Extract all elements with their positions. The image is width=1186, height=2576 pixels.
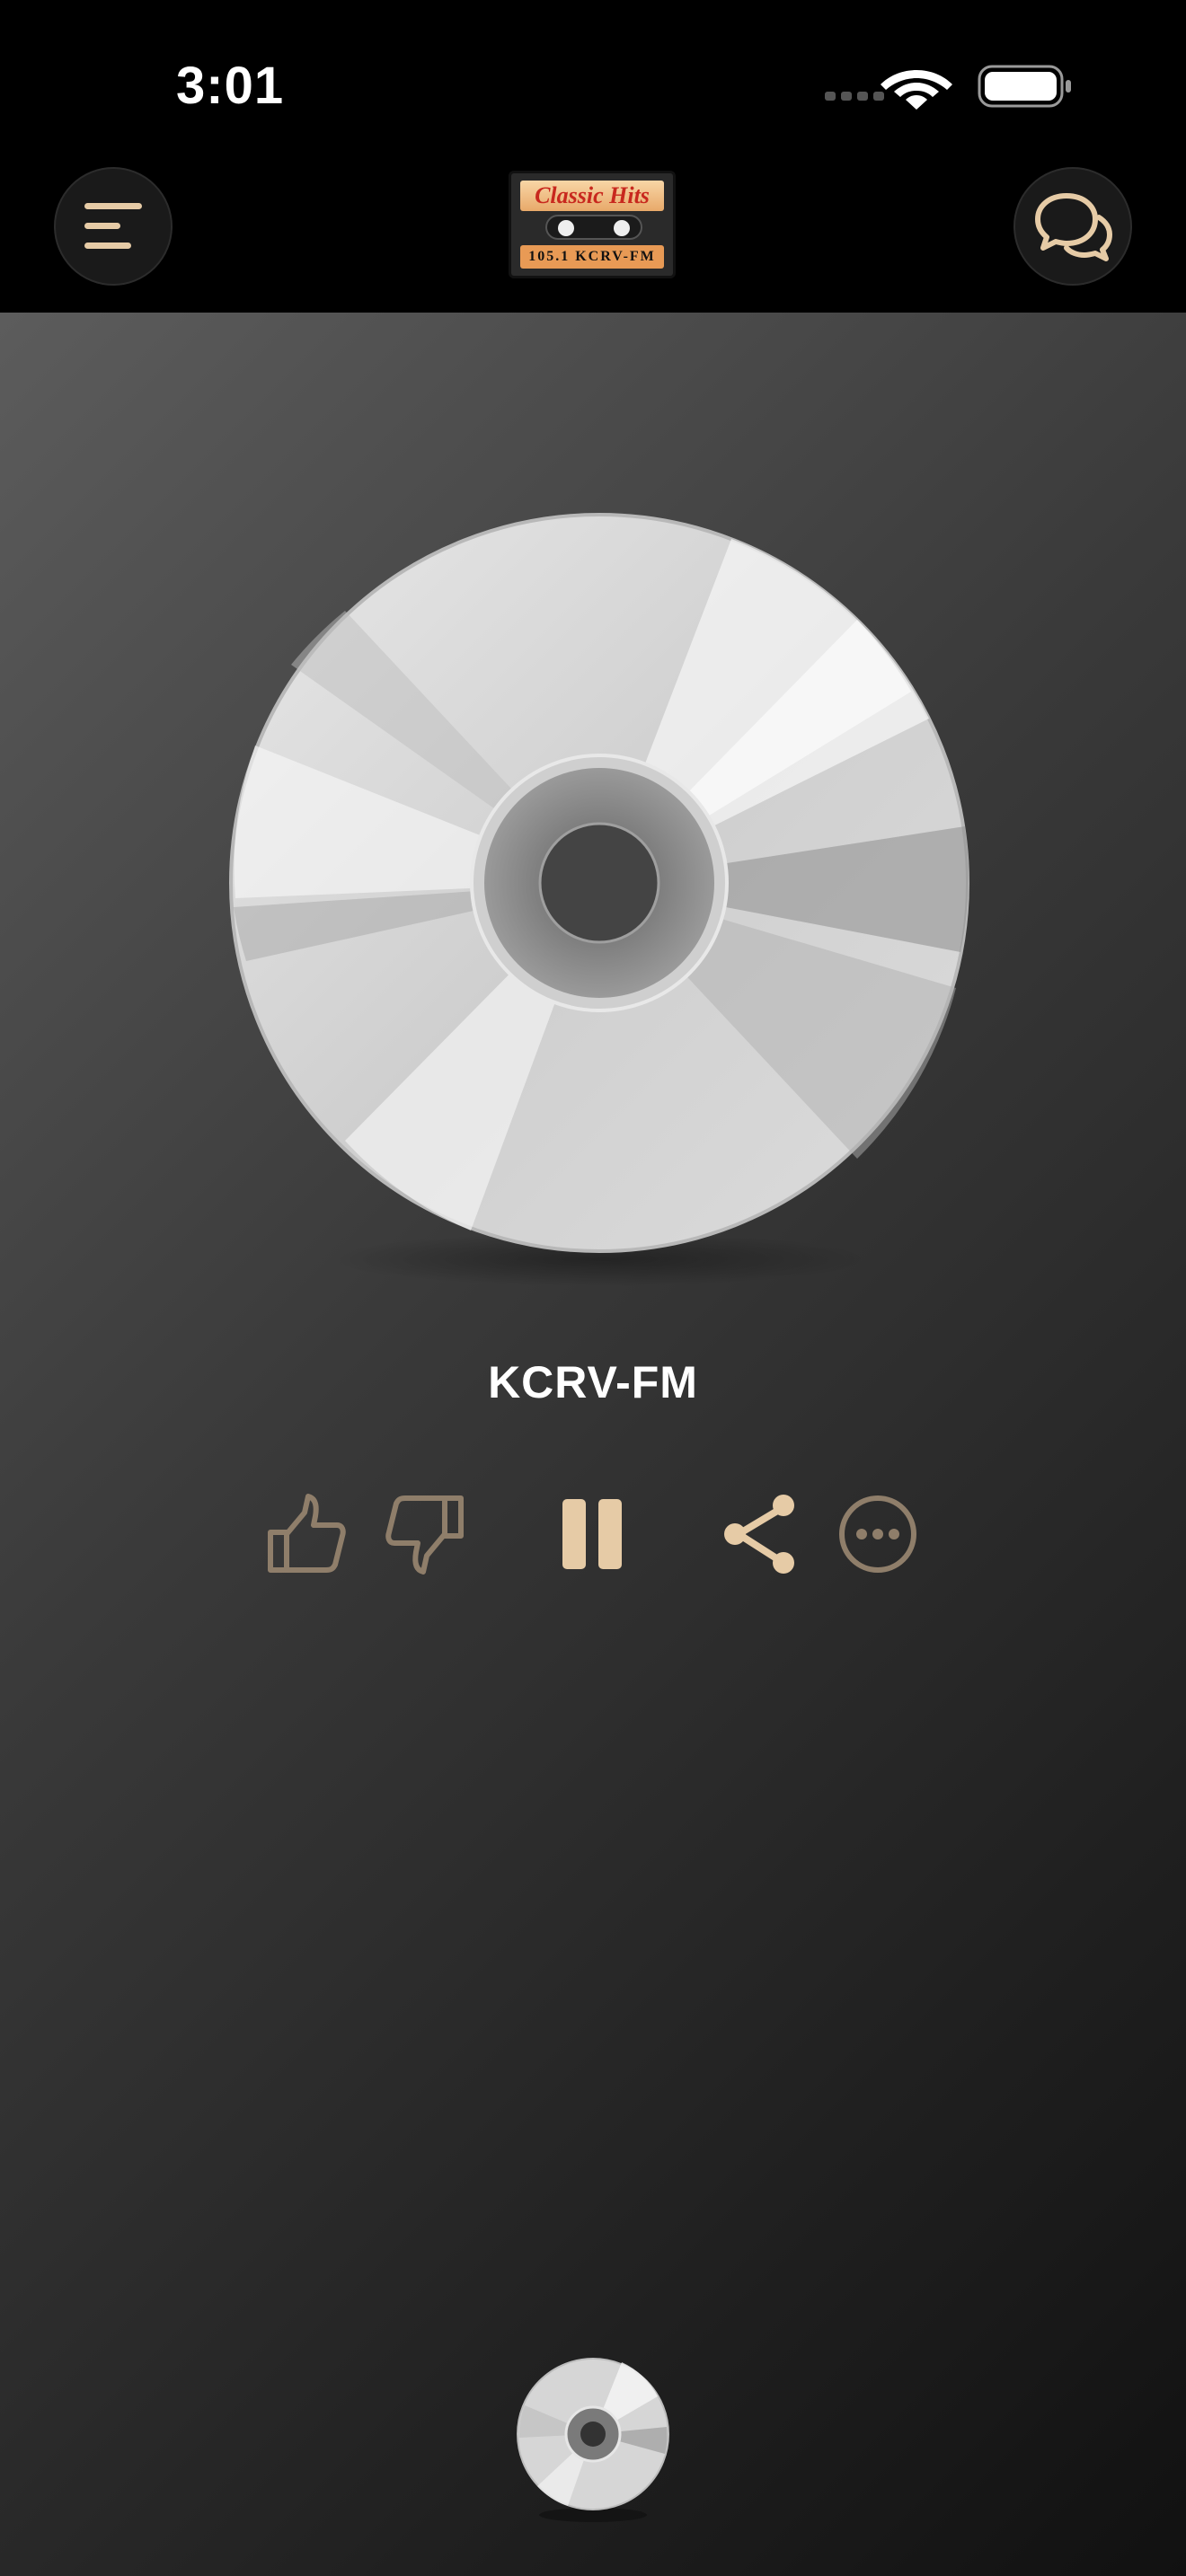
thumbs-up-icon [268, 1494, 346, 1573]
now-playing-screen: 3:01 Classic Hits 105.1 KCRV-FM KCRV-FM [0, 0, 1186, 2576]
chat-button[interactable] [1013, 167, 1132, 286]
pause-button[interactable] [543, 1480, 642, 1588]
station-name: KCRV-FM [488, 1357, 698, 1407]
thumbs-down-icon [385, 1495, 464, 1575]
logo-title: Classic Hits [520, 181, 664, 211]
status-time: 3:01 [176, 57, 285, 115]
chat-bubbles-icon [1035, 193, 1112, 261]
cassette-reels [545, 215, 642, 240]
more-icon [839, 1495, 916, 1573]
menu-icon [84, 203, 142, 249]
status-bar: 3:01 [0, 0, 1186, 171]
logo-subtitle: 105.1 KCRV-FM [520, 245, 664, 269]
player-area: KCRV-FM [0, 313, 1186, 2576]
share-button[interactable] [712, 1480, 810, 1588]
battery-icon [978, 65, 1071, 108]
like-button[interactable] [257, 1480, 356, 1588]
wifi-icon [881, 70, 952, 110]
cellular-signal-icon [825, 92, 884, 101]
share-icon [724, 1495, 794, 1574]
pause-icon [562, 1499, 622, 1569]
player-controls [0, 1480, 1186, 1588]
album-art-cd [229, 513, 969, 1286]
mini-player-cd-button[interactable] [514, 2355, 672, 2526]
dislike-button[interactable] [376, 1480, 474, 1588]
station-logo: Classic Hits 105.1 KCRV-FM [509, 171, 676, 278]
header: Classic Hits 105.1 KCRV-FM [0, 162, 1186, 313]
menu-button[interactable] [54, 167, 173, 286]
status-icons [825, 65, 1078, 110]
more-button[interactable] [828, 1480, 927, 1588]
